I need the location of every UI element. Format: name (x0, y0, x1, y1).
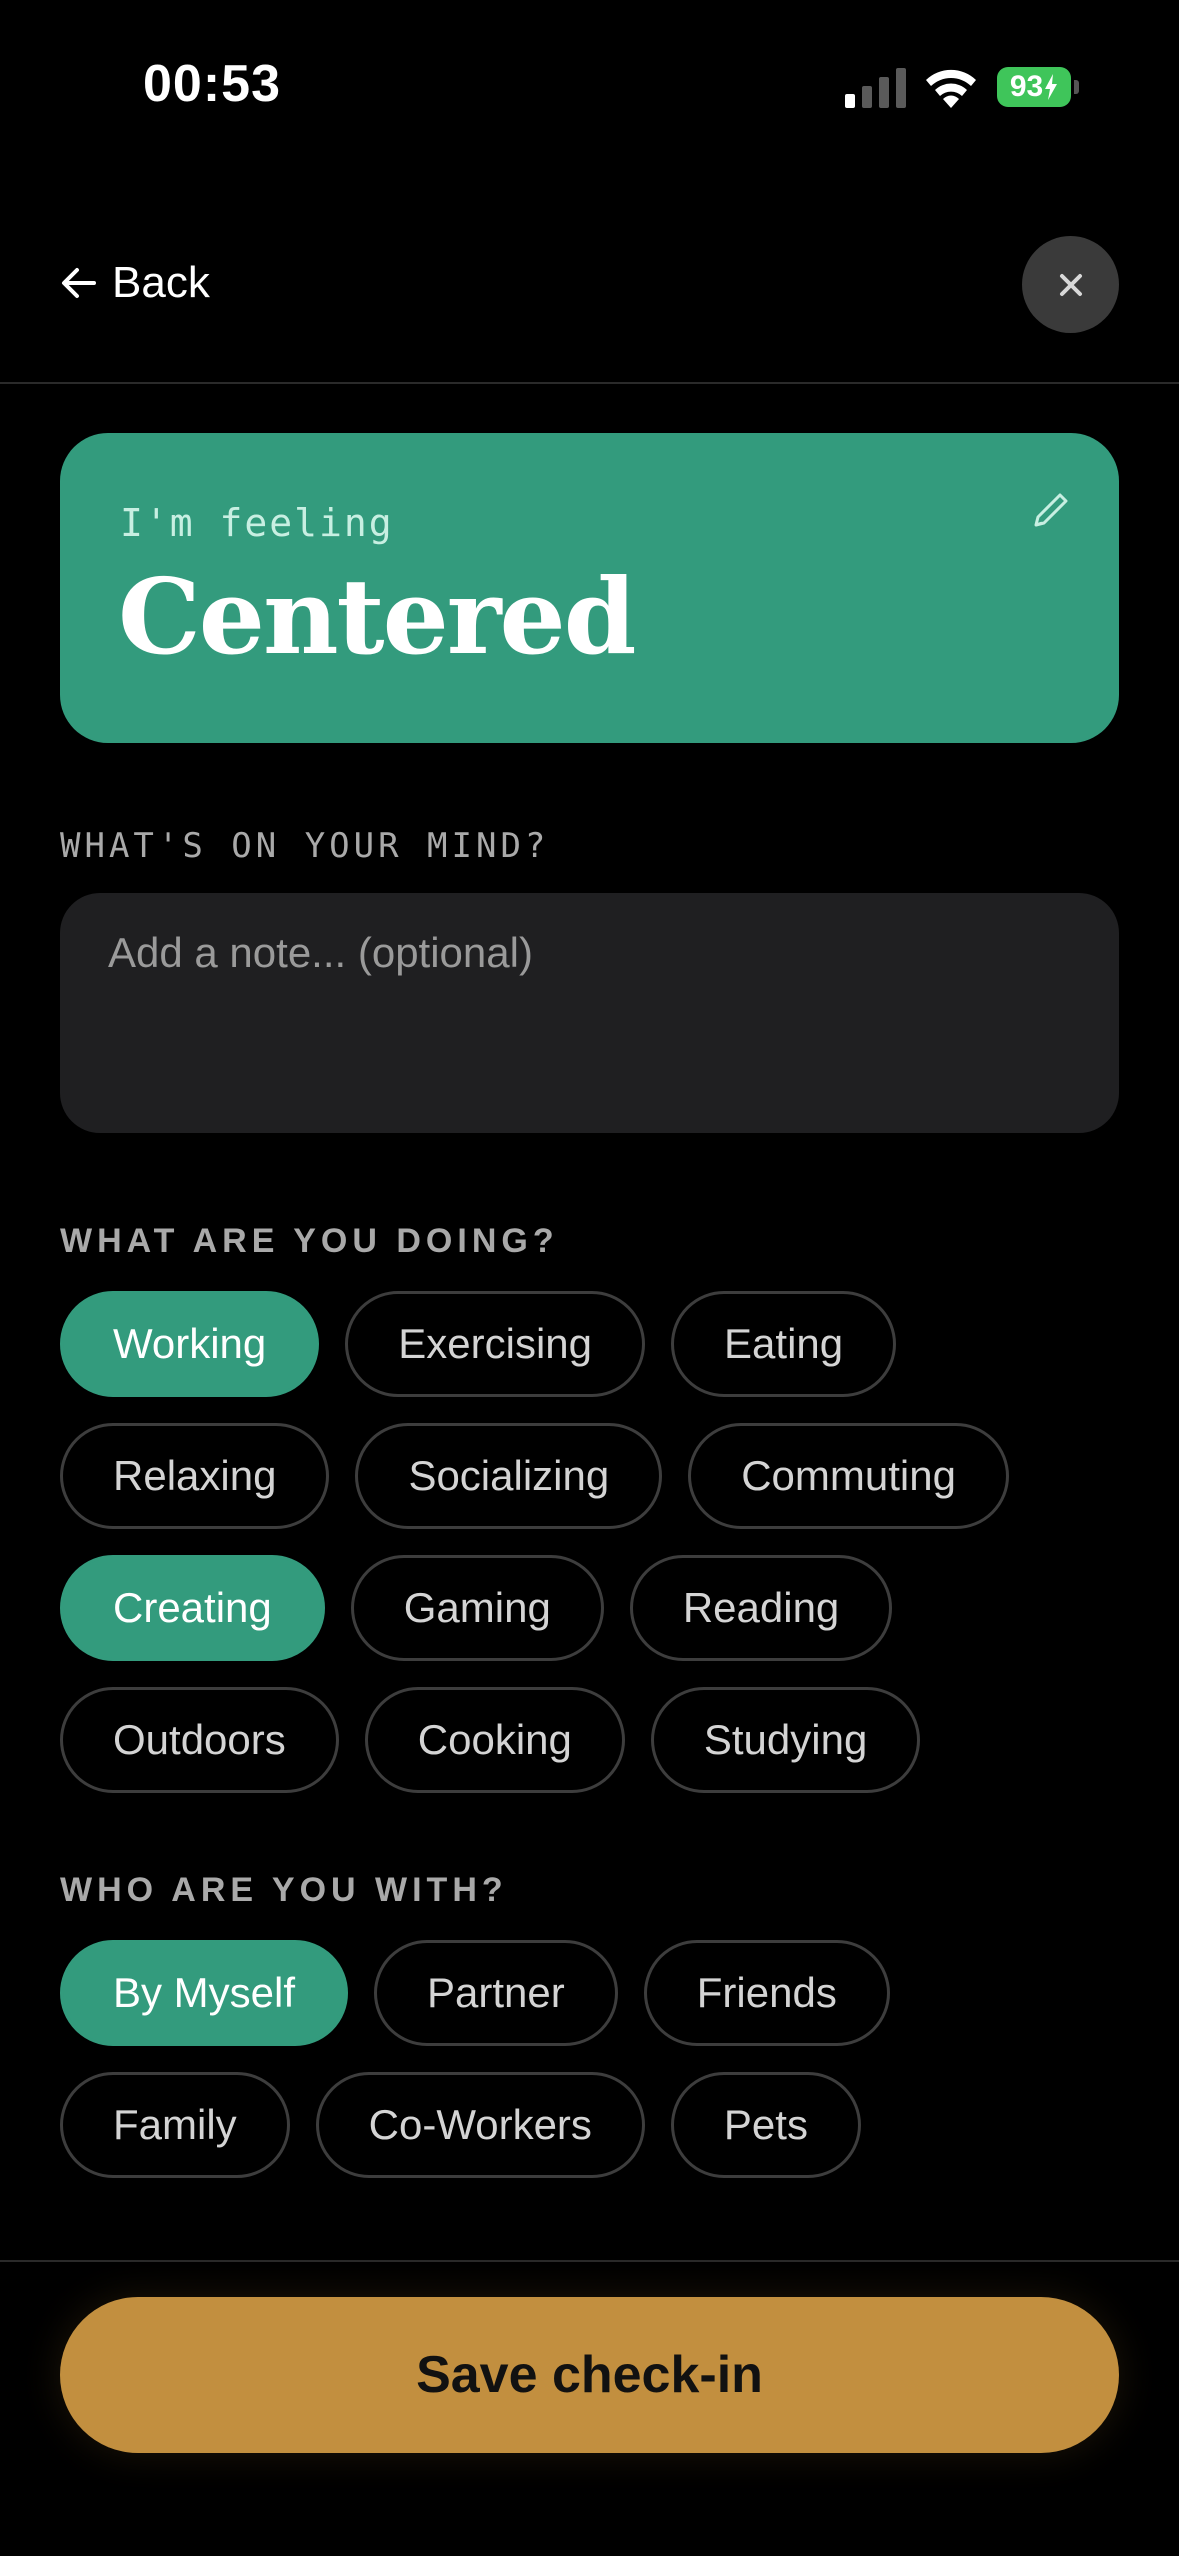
chip-partner[interactable]: Partner (374, 1940, 618, 2046)
edit-feeling-button[interactable] (1020, 481, 1080, 541)
chip-socializing[interactable]: Socializing (355, 1423, 663, 1529)
activities-row-2: Relaxing Socializing Commuting (60, 1423, 1009, 1529)
chip-cooking[interactable]: Cooking (364, 1687, 625, 1793)
chip-reading[interactable]: Reading (629, 1555, 893, 1661)
battery-charging-icon: 93 (997, 67, 1081, 107)
feeling-prefix: I'm feeling (120, 501, 394, 545)
feeling-card[interactable]: I'm feeling Centered (60, 433, 1119, 743)
activities-section-label: WHAT ARE YOU DOING? (60, 1222, 559, 1260)
feeling-value: Centered (118, 555, 636, 678)
header: Back (0, 170, 1179, 384)
chip-creating[interactable]: Creating (60, 1555, 325, 1661)
close-icon (1059, 273, 1082, 296)
signal-icon (845, 68, 906, 108)
bottom-divider (0, 2260, 1179, 2262)
wifi-icon (926, 69, 976, 108)
close-button[interactable] (1022, 236, 1119, 333)
note-box[interactable] (60, 893, 1119, 1133)
activities-row-4: Outdoors Cooking Studying (60, 1687, 921, 1793)
chip-studying[interactable]: Studying (650, 1687, 921, 1793)
chip-working[interactable]: Working (60, 1291, 320, 1397)
chip-co-workers[interactable]: Co-Workers (315, 2072, 645, 2178)
back-button[interactable]: Back (60, 258, 210, 308)
arrow-left-icon (62, 268, 96, 298)
battery-tip (1074, 80, 1079, 94)
save-checkin-button[interactable]: Save check-in (60, 2297, 1119, 2453)
battery-percent: 93 (1009, 70, 1044, 103)
chip-relaxing[interactable]: Relaxing (60, 1423, 330, 1529)
back-label: Back (112, 258, 210, 307)
chip-commuting[interactable]: Commuting (688, 1423, 1009, 1529)
chip-eating[interactable]: Eating (671, 1291, 897, 1397)
pencil-icon (1034, 493, 1068, 527)
companions-section-label: WHO ARE YOU WITH? (60, 1871, 508, 1909)
chip-gaming[interactable]: Gaming (350, 1555, 604, 1661)
status-bar: 00:53 93 (0, 0, 1179, 170)
battery-level: 93 (997, 67, 1071, 107)
companions-row-1: By Myself Partner Friends (60, 1940, 890, 2046)
chip-exercising[interactable]: Exercising (345, 1291, 646, 1397)
activities-row-3: Creating Gaming Reading (60, 1555, 893, 1661)
status-time: 00:53 (143, 55, 281, 113)
chip-friends[interactable]: Friends (643, 1940, 890, 2046)
companions-row-2: Family Co-Workers Pets (60, 2072, 861, 2178)
chip-outdoors[interactable]: Outdoors (60, 1687, 339, 1793)
note-section-label: WHAT'S ON YOUR MIND? (60, 826, 550, 866)
chip-family[interactable]: Family (60, 2072, 290, 2178)
chip-pets[interactable]: Pets (670, 2072, 861, 2178)
activities-row-1: Working Exercising Eating (60, 1291, 897, 1397)
note-input[interactable] (108, 929, 1068, 1099)
chip-by-myself[interactable]: By Myself (60, 1940, 349, 2046)
bolt-icon (1045, 74, 1058, 100)
